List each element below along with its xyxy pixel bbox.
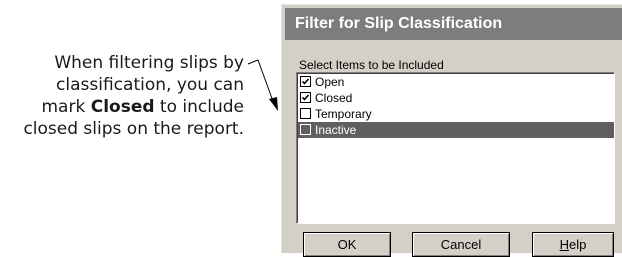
help-label-rest: elp xyxy=(569,237,587,252)
callout-line-2: classification, you can xyxy=(56,75,244,95)
group-label: Select Items to be Included xyxy=(299,58,444,72)
callout-line-3-suffix: to include xyxy=(154,97,244,117)
dialog-titlebar[interactable]: Filter for Slip Classification xyxy=(285,8,622,40)
list-item-label: Inactive xyxy=(315,123,357,137)
list-item-label: Closed xyxy=(315,91,353,105)
checkbox-open[interactable] xyxy=(300,76,311,87)
list-item-label: Temporary xyxy=(315,107,372,121)
classification-listbox[interactable]: Open Closed Temporary Inactive xyxy=(296,72,615,224)
list-item-closed[interactable]: Closed xyxy=(298,90,614,106)
cancel-button[interactable]: Cancel xyxy=(412,232,510,257)
callout-line-3-prefix: mark xyxy=(41,97,91,117)
list-item-temporary[interactable]: Temporary xyxy=(298,106,614,122)
list-item-inactive[interactable]: Inactive xyxy=(298,122,614,138)
callout-closed-emphasis: Closed xyxy=(90,97,155,117)
checkbox-closed[interactable] xyxy=(300,92,311,103)
help-button[interactable]: Help xyxy=(532,232,614,257)
checkbox-inactive[interactable] xyxy=(300,124,311,135)
list-item-open[interactable]: Open xyxy=(298,74,614,90)
list-item-label: Open xyxy=(315,75,345,89)
filter-dialog: Filter for Slip Classification Select It… xyxy=(281,4,622,257)
callout-text: When filtering slips by classification, … xyxy=(4,52,244,140)
callout-line-1: When filtering slips by xyxy=(54,53,244,73)
help-mnemonic: H xyxy=(559,237,570,252)
checkmark-icon xyxy=(301,78,310,85)
checkmark-icon xyxy=(301,94,310,101)
ok-button[interactable]: OK xyxy=(303,232,391,257)
callout-line-4: closed slips on the report. xyxy=(23,119,244,139)
checkbox-temporary[interactable] xyxy=(300,108,311,119)
callout-line-3: mark Closed to include xyxy=(4,96,245,118)
